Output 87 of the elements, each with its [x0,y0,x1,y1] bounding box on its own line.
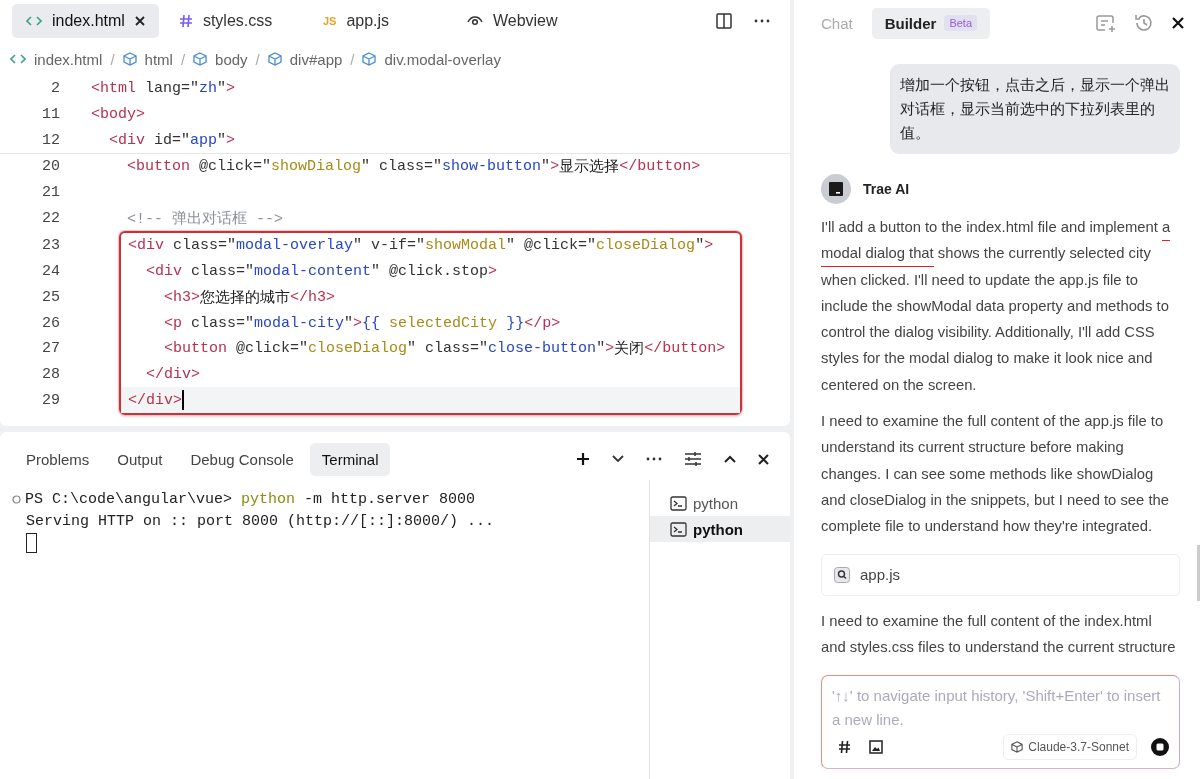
scrollbar[interactable] [1197,545,1200,601]
breadcrumb-separator: / [350,50,355,68]
code-line: </div> [128,390,184,411]
panel-tab[interactable]: Terminal [309,442,391,476]
breadcrumb-item[interactable]: html [144,50,173,68]
terminal-cursor [26,533,37,553]
cube-icon [267,52,282,66]
assistant-paragraph: I need to examine the full content of the index.html and styles.css files to understand the current structure [821,611,1177,657]
editor-tab[interactable]: Webview [452,4,591,38]
line-number: 12 [41,131,60,149]
breadcrumb-separator: / [180,50,186,68]
user-message: 增加一个按钮，点击之后，显示一个弹出对话框，显示当前选中的下拉列表里的值。 [890,64,1180,154]
code-icon [26,15,42,27]
panel-tab[interactable]: Problems [14,442,102,476]
code-line: <p class="modal-city">{{ selectedCity }}</p> [163,314,561,332]
terminal-line: PS C:\code\angular\vue> python -m http.server 8000 [25,490,476,508]
sliders-icon[interactable] [684,451,702,467]
terminal-item[interactable]: python [650,490,790,516]
editor-tab[interactable]: JS app.js [308,4,447,38]
search-icon [834,566,850,583]
editor-tab[interactable]: index.html [12,4,159,38]
more-icon[interactable] [646,457,662,461]
image-icon[interactable] [869,740,883,754]
close-icon[interactable] [134,16,145,26]
close-icon[interactable] [758,453,769,465]
status-circle-icon [12,494,21,504]
line-number: 22 [41,209,60,227]
breadcrumb-item[interactable]: div#app [289,50,343,68]
line-number: 27 [41,340,60,358]
editor-tab[interactable]: styles.css [164,4,303,38]
line-number: 20 [41,158,60,176]
line-number: 29 [41,391,60,409]
breadcrumb-item[interactable]: div.modal-overlay [384,50,501,68]
code-line: <div id="app"> [108,131,236,149]
line-number: 25 [41,288,60,306]
eye-icon [466,14,483,28]
code-line: <button @click="showDialog" class="show-button">显示选择</button> [126,157,701,177]
js-icon: JS [322,15,337,27]
chevron-down-icon[interactable] [612,455,624,463]
code-line: <button @click="closeDialog" class="close-button">关闭</button> [163,339,726,359]
more-icon[interactable] [754,19,770,23]
line-number: 28 [41,365,60,383]
code-line: <div class="modal-overlay" v-if="showModal" @click="closeDialog"> [128,237,714,255]
breadcrumb-separator: / [110,50,115,68]
terminal-item[interactable]: python [650,516,790,542]
code-line: <html lang="zh"> [91,80,236,98]
terminal-icon [670,521,687,537]
model-selector[interactable]: Claude-3.7-Sonnet [1003,734,1137,760]
assistant-paragraph: I need to examine the full content of the app.js file to understand its current structure before making changes. I can see some methods like showDialog and closeDialog in the snippets, but I need to see the complete file to understand how they're integrated. [821,412,1170,537]
panel-tab[interactable]: Debug Console [178,442,306,476]
breadcrumb-item[interactable]: index.html [34,50,103,68]
terminal-icon [670,495,687,511]
line-number: 11 [41,106,60,124]
terminal-line: Serving HTTP on :: port 8000 (http://[::]:8000/) ... [26,512,495,530]
code-line: <h3>您选择的城市</h3> [163,287,336,307]
cube-icon [362,52,377,66]
line-number: 2 [50,80,60,98]
history-icon[interactable] [1134,13,1154,33]
line-number: 26 [41,314,60,332]
hash-icon [178,14,193,28]
file-reference-card[interactable]: app.js [821,553,1180,596]
chat-input[interactable]: '↑↓' to navigate input history, 'Shift+Enter' to insert a new line. Claude-3.7-Sonnet [821,675,1180,769]
line-number: 21 [41,184,60,202]
chat-tab[interactable]: Builder Beta [871,7,990,39]
line-number: 24 [41,263,60,281]
beta-badge: Beta [944,15,977,31]
stop-icon[interactable] [1151,738,1169,756]
assistant-avatar [821,174,851,204]
breadcrumb-item[interactable]: body [215,50,248,68]
assistant-paragraph: I'll add a button to the index.html file and implement a modal dialog that shows the currently selected city when clicked. I'll need to update the app.js file to include the showModal data property and methods to control the dialog visibility. Additionally, I'll add CSS styles for the modal dialog to make it look nice and centered on the screen. [821,218,1172,395]
code-line: <body> [91,106,145,124]
hash-icon[interactable] [838,740,851,754]
cube-icon [1011,741,1024,753]
breadcrumb-separator: / [255,50,260,68]
assistant-name: Trae AI [863,181,910,197]
code-line: <!-- 弹出对话框 --> [126,209,284,228]
plus-icon[interactable] [576,452,590,466]
close-icon[interactable] [1172,17,1184,29]
code-line: <div class="modal-content" @click.stop> [145,263,498,281]
panel-tab[interactable]: Output [105,442,175,476]
chevron-up-icon[interactable] [724,455,736,463]
code-icon [10,53,26,65]
cube-icon [193,52,208,66]
code-line: </div> [145,365,200,383]
line-number: 23 [41,237,60,255]
cube-icon [122,52,137,66]
split-editor-icon[interactable] [716,13,732,29]
